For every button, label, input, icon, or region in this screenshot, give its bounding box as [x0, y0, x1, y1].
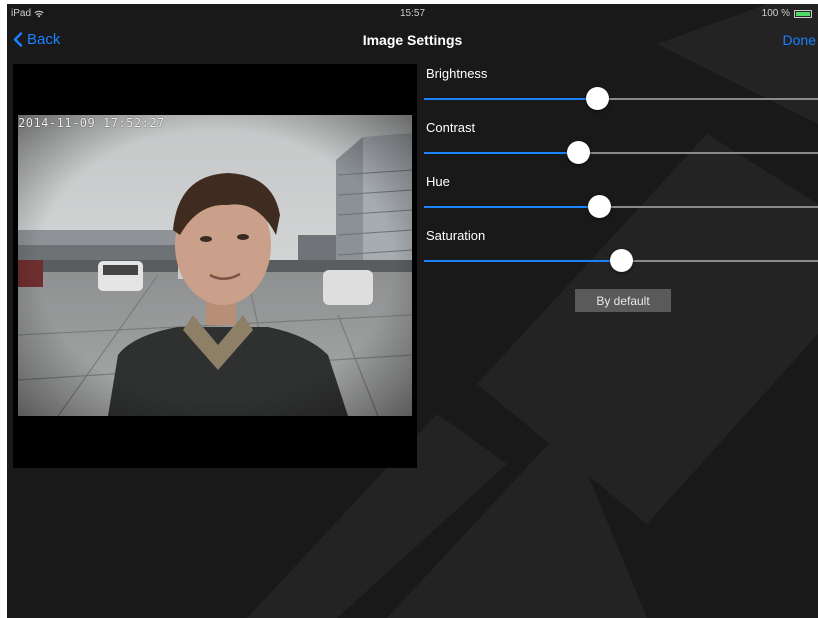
- camera-video-frame: 2014-11-09 17:52:27: [18, 115, 412, 416]
- slider-label-brightness: Brightness: [426, 66, 488, 81]
- status-bar: iPad 15:57 100 %: [7, 4, 818, 23]
- slider-hue: Hue: [424, 170, 818, 224]
- ipad-screen: iPad 15:57 100 % Back Image Settings Don…: [7, 4, 818, 618]
- slider-track-brightness[interactable]: [424, 87, 818, 110]
- navigation-bar: Back Image Settings Done: [7, 23, 818, 57]
- slider-fill-brightness: [424, 98, 598, 100]
- slider-track-saturation[interactable]: [424, 249, 818, 272]
- slider-track-contrast[interactable]: [424, 141, 818, 164]
- video-panel: 2014-11-09 17:52:27: [13, 64, 417, 468]
- slider-contrast: Contrast: [424, 116, 818, 170]
- image-settings-controls: Brightness Contrast Hue Saturation By defau…: [424, 62, 818, 312]
- slider-thumb-contrast[interactable]: [566, 141, 590, 164]
- battery-icon: [794, 9, 812, 18]
- camera-image: [18, 115, 412, 416]
- battery-fill: [796, 11, 810, 16]
- slider-thumb-saturation[interactable]: [610, 249, 633, 272]
- slider-track-hue[interactable]: [424, 195, 818, 218]
- done-button[interactable]: Done: [783, 32, 816, 48]
- slider-label-hue: Hue: [426, 174, 450, 189]
- reset-default-button[interactable]: By default: [575, 289, 671, 312]
- slider-thumb-brightness[interactable]: [586, 87, 610, 110]
- status-right: 100 %: [762, 8, 812, 19]
- slider-label-saturation: Saturation: [426, 228, 486, 243]
- slider-fill-contrast: [424, 152, 578, 154]
- slider-thumb-hue[interactable]: [588, 195, 612, 218]
- battery-percent: 100 %: [761, 8, 790, 19]
- video-timestamp: 2014-11-09 17:52:27: [18, 116, 165, 130]
- slider-list: Brightness Contrast Hue Saturation: [424, 62, 818, 278]
- slider-fill-saturation: [424, 260, 621, 262]
- slider-fill-hue: [424, 206, 600, 208]
- slider-brightness: Brightness: [424, 62, 818, 116]
- slider-saturation: Saturation: [424, 224, 818, 278]
- page-title: Image Settings: [362, 32, 463, 48]
- status-time: 15:57: [399, 8, 426, 19]
- slider-label-contrast: Contrast: [426, 120, 476, 135]
